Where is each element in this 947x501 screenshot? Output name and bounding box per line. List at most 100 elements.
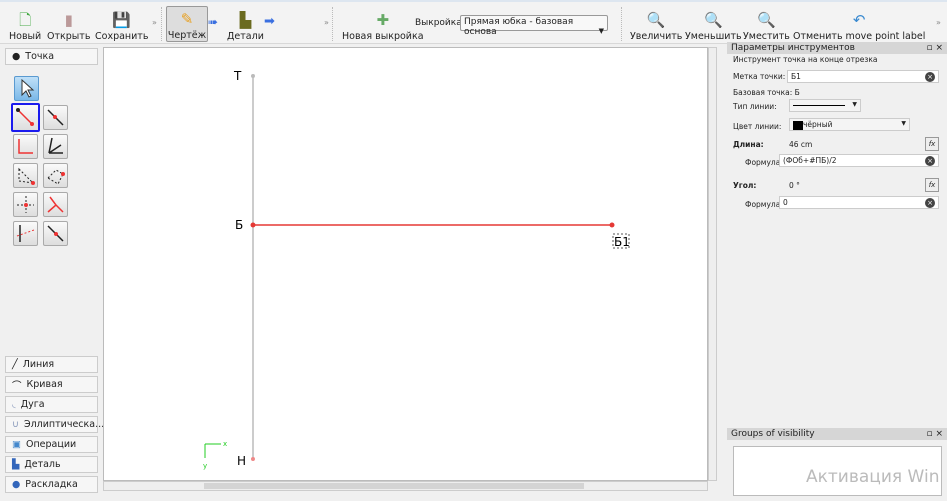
group-layout[interactable]: ● Раскладка [5, 476, 98, 493]
normal-tool[interactable] [13, 134, 38, 159]
operations-icon: ▣ [12, 439, 21, 450]
line-color-caption: Цвет линии: [733, 122, 782, 131]
tool-groups: ╱ Линия ⌒ Кривая ◟ Дуга ∪ Эллиптическа... ▣ О… [0, 354, 104, 501]
pattern-select[interactable]: Прямая юбка - базовая основа ▼ [460, 15, 608, 37]
length-caption: Длина: [733, 140, 764, 149]
float-close-icon[interactable]: ▫ × [926, 429, 943, 439]
elliptical-arc-icon: ∪ [12, 419, 19, 430]
formula-wizard-button[interactable]: fx [925, 178, 939, 192]
group-arc[interactable]: ◟ Дуга [5, 396, 98, 413]
color-swatch [793, 120, 803, 130]
horizontal-scrollbar[interactable] [103, 481, 708, 491]
clear-icon[interactable]: × [925, 156, 935, 166]
group-point[interactable]: ● Точка [5, 48, 98, 65]
tool-name: Инструмент точка на конце отрезка [733, 55, 878, 64]
draft-mode-button[interactable]: ✎ Чертёж [166, 6, 208, 42]
panel-header: Параметры инструментов ▫ × [727, 42, 947, 54]
detail-icon: ▙ [12, 459, 20, 470]
point-along-line-tool[interactable] [43, 105, 68, 130]
line-intersect-tool[interactable] [13, 192, 38, 217]
group-detail[interactable]: ▙ Деталь [5, 456, 98, 473]
overflow-icon[interactable]: » [936, 18, 941, 27]
line-color-select[interactable]: чёрный ▼ [789, 118, 910, 131]
midpoint-tool[interactable] [43, 221, 68, 246]
pattern-label: Выкройка: [415, 18, 465, 28]
save-button[interactable]: 💾 Сохранить [92, 6, 151, 42]
group-line[interactable]: ╱ Линия [5, 356, 98, 373]
save-icon: 💾 [112, 11, 132, 29]
activation-watermark: Активация Win [806, 467, 940, 487]
bisector-tool[interactable] [43, 134, 68, 159]
point-n[interactable] [251, 457, 255, 461]
curve-line-intersect-tool[interactable] [13, 221, 38, 246]
label-t[interactable]: Т [233, 69, 242, 83]
group-elliptical-arc[interactable]: ∪ Эллиптическа... [5, 416, 104, 433]
groups-panel: Groups of visibility ▫ × [727, 428, 947, 501]
fit-button[interactable]: 🔍 Уместить [740, 6, 793, 42]
overflow-icon[interactable]: » [324, 18, 329, 27]
length-value: 46 cm [789, 140, 813, 149]
details-mode-button[interactable]: ▙ Детали [224, 6, 267, 42]
arrow-icon: ➠ [208, 15, 219, 29]
point-b1[interactable] [609, 222, 615, 228]
triangle-tool[interactable] [43, 163, 68, 188]
vertical-scrollbar[interactable] [708, 47, 717, 481]
formula-wizard-button[interactable]: fx [925, 137, 939, 151]
axis-intersect-icon [16, 225, 35, 242]
height-icon [47, 196, 64, 213]
tool-options-panel: Параметры инструментов ▫ × Инструмент точ… [727, 42, 947, 422]
open-button[interactable]: ▮ Открыть [44, 6, 93, 42]
arrow-icon: ➡ [264, 14, 275, 29]
clear-icon[interactable]: × [925, 72, 935, 82]
pointer-tool[interactable] [14, 76, 39, 101]
origin-axes-icon [204, 443, 221, 458]
solid-line-icon [793, 105, 845, 106]
angle-caption: Угол: [733, 181, 757, 190]
zoom-in-button[interactable]: 🔍 Увеличить [627, 6, 685, 42]
undo-icon: ↶ [852, 11, 866, 29]
shoulder-point-tool[interactable] [13, 163, 38, 188]
new-button[interactable]: 🗋 Новый [6, 6, 44, 42]
undo-button[interactable]: ↶ Отменить move point label [790, 6, 928, 42]
line-type-select[interactable]: ▼ [789, 99, 861, 112]
point-label-input[interactable]: Б1 [787, 70, 939, 83]
toolbar: 🗋 Новый ▮ Открыть 💾 Сохранить » ✎ Чертёж ➠ ▙… [0, 0, 947, 44]
divider [621, 7, 622, 41]
angle-formula-input[interactable]: 0 [779, 196, 939, 209]
curve-icon: ⌒ [12, 380, 22, 392]
shoulder-icon [18, 167, 35, 185]
right-angle-icon [18, 139, 33, 154]
chevron-down-icon: ▼ [598, 27, 604, 35]
group-curve[interactable]: ⌒ Кривая [5, 376, 98, 393]
formula-caption: Формула [745, 200, 781, 209]
label-b[interactable]: Б [235, 218, 243, 232]
scroll-thumb[interactable] [204, 483, 584, 489]
formula-caption: Формула [745, 158, 781, 167]
zoom-fit-icon: 🔍 [757, 11, 776, 29]
arc-icon: ◟ [12, 399, 16, 410]
segment-end-point-icon [16, 108, 34, 126]
drawing-canvas[interactable]: Т Б Н Б1 x y [103, 47, 708, 481]
label-n[interactable]: Н [237, 454, 246, 468]
point-on-line-icon [47, 109, 64, 126]
new-file-icon: 🗋 [19, 11, 32, 29]
triangle-icon [47, 169, 65, 185]
chevron-down-icon: ▼ [901, 120, 906, 127]
point-t[interactable] [251, 74, 255, 78]
new-pattern-button[interactable]: ✚ Новая выкройка [339, 6, 427, 42]
pencil-ruler-icon: ✎ [180, 10, 194, 28]
overflow-icon[interactable]: » [152, 18, 157, 27]
length-formula-input[interactable]: (ФОб+#ПБ)/2 [779, 154, 939, 167]
group-operations[interactable]: ▣ Операции [5, 436, 98, 453]
point-at-end-tool[interactable] [11, 103, 40, 132]
point-b[interactable] [250, 222, 256, 228]
dot-icon: ● [12, 51, 21, 62]
zoom-out-button[interactable]: 🔍 Уменьшить [682, 6, 745, 42]
zoom-in-icon: 🔍 [646, 11, 666, 29]
label-b1[interactable]: Б1 [614, 235, 630, 249]
height-tool[interactable] [43, 192, 68, 217]
float-close-icon[interactable]: ▫ × [926, 43, 943, 53]
line-icon: ╱ [12, 359, 18, 370]
base-point-row: Базовая точка: Б [733, 88, 800, 97]
clear-icon[interactable]: × [925, 198, 935, 208]
